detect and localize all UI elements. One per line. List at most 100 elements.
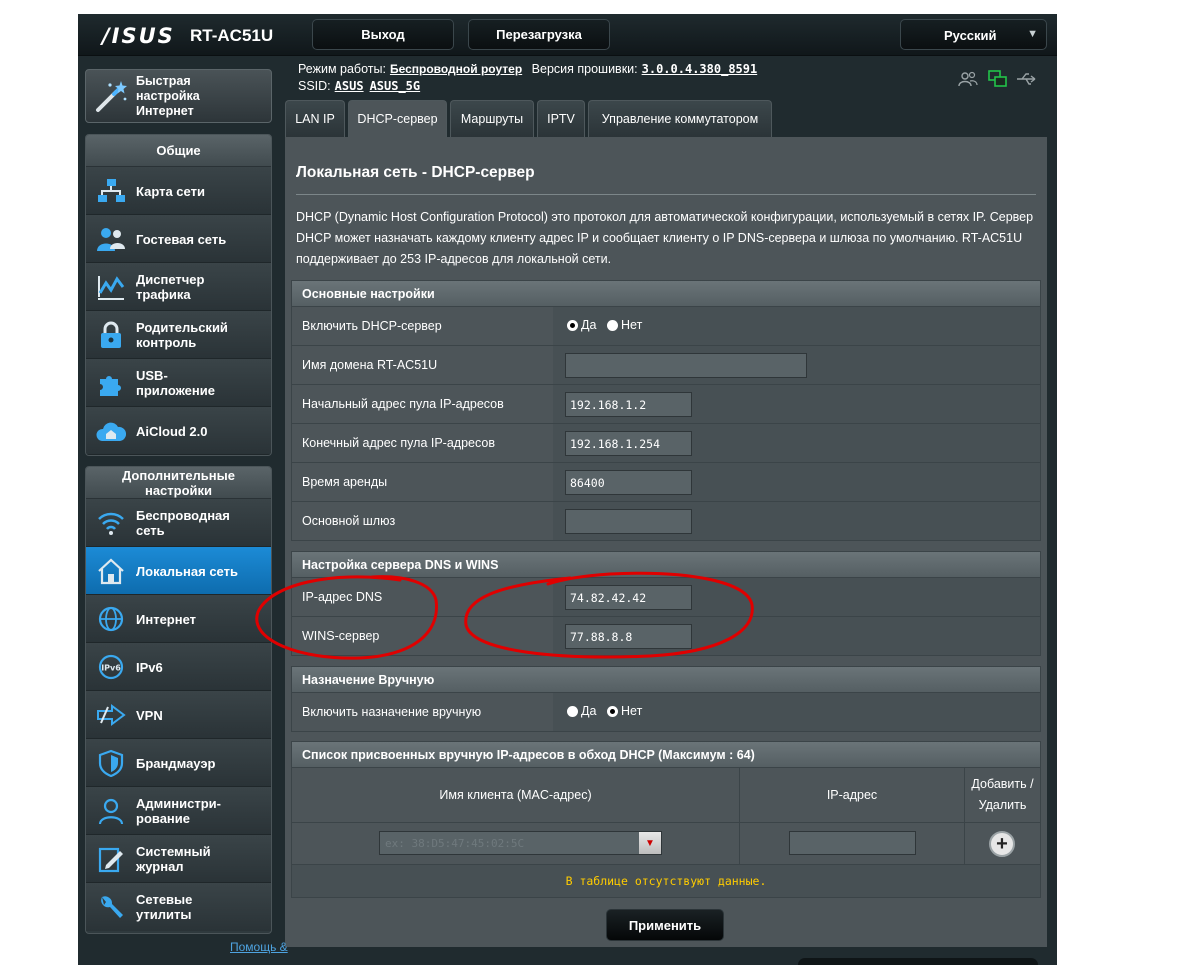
lease-time-input[interactable]: 86400 [565,470,692,495]
asus-logo: /ISUS [102,24,175,48]
sidebar-item-label: Беспроводная сеть [136,508,230,538]
sidebar-item-guest-network[interactable]: Гостевая сеть [86,215,271,263]
clients-icon[interactable] [958,70,978,88]
ipv6-icon: IPv6 [98,654,124,680]
wins-server-input[interactable]: 77.88.8.8 [565,624,692,649]
shield-icon [98,749,124,777]
mac-address-combobox[interactable]: ex: 38:D5:47:45:02:5C ▼ [379,831,662,855]
sidebar-item-label: Брандмауэр [136,755,216,771]
firmware-link[interactable]: 3.0.0.4.380_8591 [642,62,758,76]
row-label: Основной шлюз [302,514,396,528]
manual-enable-no-radio[interactable]: Нет [607,704,642,718]
sidebar-item-label: Карта сети [136,183,205,199]
logout-button[interactable]: Выход [312,19,454,50]
internet-status-icon[interactable] [988,70,1008,88]
gateway-input[interactable] [565,509,692,534]
tab-iptv[interactable]: IPTV [537,100,585,137]
tab-routes[interactable]: Маршруты [450,100,534,137]
gateway-row: Основной шлюз [291,502,1041,541]
dhcp-enable-no-radio[interactable]: Нет [607,318,642,332]
dns-server-input[interactable]: 74.82.42.42 [565,585,692,610]
section-header: Основные настройки [291,280,1041,307]
ssid-link-1[interactable]: ASUS [335,79,364,93]
usb-app-icon [100,376,121,396]
table-input-row: ex: 38:D5:47:45:02:5C ▼ + [291,823,1041,865]
sidebar-item-label: IPv6 [136,659,163,675]
sidebar-item-traffic-manager[interactable]: Диспетчер трафика [86,263,271,311]
row-label: WINS-сервер [302,629,380,643]
apply-button[interactable]: Применить [606,909,724,941]
vpn-icon [97,704,126,726]
mac-placeholder: ex: 38:D5:47:45:02:5C [385,837,525,850]
sidebar-item-network-map[interactable]: Карта сети [86,167,271,215]
sidebar-item-label: Сетевые утилиты [136,892,193,922]
tab-switch-control[interactable]: Управление коммутатором [588,100,772,137]
pool-start-input[interactable]: 192.168.1.2 [565,392,692,417]
router-model: RT-AC51U [190,26,274,45]
pool-end-row: Конечный адрес пула IP-адресов 192.168.1… [291,424,1041,463]
radio-unchecked-icon [567,705,578,717]
dropdown-arrow-icon[interactable]: ▼ [639,832,661,854]
reboot-button[interactable]: Перезагрузка [468,19,610,50]
wireless-icon [98,512,124,535]
manual-enable-yes-radio[interactable]: Да [567,704,596,718]
tab-lan-ip[interactable]: LAN IP [285,100,345,137]
top-bar: /ISUS RT-AC51U Выход Перезагрузка Русски… [78,14,1057,56]
title-divider [296,194,1036,195]
sidebar-item-firewall[interactable]: Брандмауэр [86,739,271,787]
mode-link[interactable]: Беспроводной роутер [390,62,522,76]
manual-list-section: Список присвоенных вручную IP-адресов в … [291,741,1041,898]
quick-internet-setup-button[interactable]: Быстрая настройка Интернет [85,69,272,123]
dns-row: IP-адрес DNS 74.82.42.42 [291,578,1041,617]
sidebar-item-system-log[interactable]: Системный журнал [86,835,271,883]
lan-icon [98,558,124,585]
mode-label: Режим работы: [298,62,386,76]
globe-icon [98,606,124,632]
sidebar-item-internet[interactable]: Интернет [86,595,271,643]
pool-end-input[interactable]: 192.168.1.254 [565,431,692,456]
dhcp-settings-panel: Локальная сеть - DHCP-сервер DHCP (Dynam… [285,137,1047,947]
aicloud-icon [96,422,126,441]
dns-wins-section: Настройка сервера DNS и WINS IP-адрес DN… [291,551,1041,656]
sidebar-item-aicloud[interactable]: AiCloud 2.0 [86,407,271,455]
usb-icon[interactable] [1016,72,1038,86]
dhcp-enable-yes-radio[interactable]: Да [567,318,596,332]
admin-user-icon [98,798,124,825]
radio-label: Да [581,318,597,332]
firmware-label: Версия прошивки: [531,62,638,76]
sidebar-item-ipv6[interactable]: IPv6 IPv6 [86,643,271,691]
sidebar-item-label: Локальная сеть [136,563,238,579]
row-label: Время аренды [302,475,388,489]
row-label: Конечный адрес пула IP-адресов [302,436,495,450]
sidebar-item-label: VPN [136,707,163,723]
add-icon[interactable]: + [989,831,1015,857]
pool-start-row: Начальный адрес пула IP-адресов 192.168.… [291,385,1041,424]
help-link[interactable]: Помощь & [230,940,288,954]
lease-time-row: Время аренды 86400 [291,463,1041,502]
ssid-link-2[interactable]: ASUS_5G [370,79,421,93]
domain-name-input[interactable] [565,353,807,378]
sidebar-general-header: Общие [86,135,271,167]
sidebar-item-label: Системный журнал [136,844,211,874]
tab-dhcp-server[interactable]: DHCP-сервер [348,100,447,137]
sidebar-item-wireless[interactable]: Беспроводная сеть [86,499,271,547]
sidebar-item-network-tools[interactable]: Сетевые утилиты [86,883,271,931]
language-select[interactable]: Русский ▼ [900,19,1047,50]
empty-table-notice: В таблице отсутствуют данные. [291,865,1041,898]
row-label: Включить назначение вручную [302,705,482,719]
sidebar-item-parental-control[interactable]: Родительский контроль [86,311,271,359]
sidebar-item-administration[interactable]: Администри-рование [86,787,271,835]
page-title: Локальная сеть - DHCP-сервер [296,164,535,181]
radio-unchecked-icon [607,319,618,331]
ssid-label: SSID: [298,79,331,93]
traffic-manager-icon [98,276,125,300]
sidebar-item-vpn[interactable]: VPN [86,691,271,739]
sidebar-item-lan[interactable]: Локальная сеть [86,547,271,595]
sidebar-item-usb-app[interactable]: USB-приложение [86,359,271,407]
radio-label: Нет [621,704,643,718]
sidebar-item-label: Диспетчер трафика [136,272,205,302]
guest-network-icon [97,228,125,251]
language-value: Русский [944,28,997,43]
ip-address-input[interactable] [789,831,916,855]
radio-label: Нет [621,318,643,332]
